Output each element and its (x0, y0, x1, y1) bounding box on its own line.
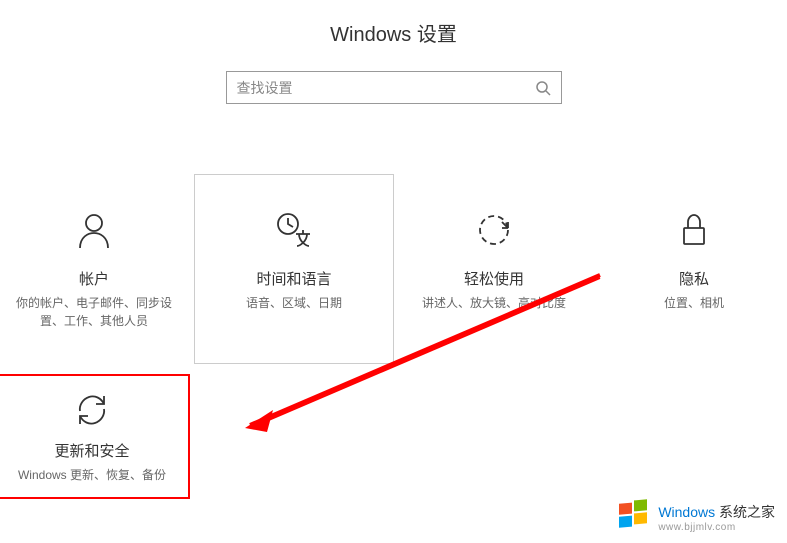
search-input[interactable] (237, 80, 535, 96)
tile-title: 轻松使用 (464, 268, 524, 289)
tile-title: 时间和语言 (256, 268, 331, 289)
tile-desc: Windows 更新、恢复、备份 (18, 466, 166, 484)
tile-desc: 位置、相机 (664, 294, 724, 312)
page-title: Windows 设置 (0, 0, 787, 71)
ease-of-access-icon (474, 210, 514, 250)
watermark-brand: Windows (658, 504, 715, 520)
windows-logo-icon (616, 499, 652, 535)
watermark-suffix: 系统之家 (715, 504, 775, 520)
tile-title: 更新和安全 (54, 440, 129, 461)
tile-update-security[interactable]: 更新和安全 Windows 更新、恢复、备份 (0, 374, 190, 499)
tile-accounts[interactable]: 帐户 你的帐户、电子邮件、同步设置、工作、其他人员 (0, 174, 194, 364)
time-language-icon (274, 210, 314, 250)
watermark-brand-line: Windows 系统之家 (658, 502, 775, 522)
watermark-text: Windows 系统之家 www.bjjmlv.com (658, 502, 775, 533)
person-icon (74, 210, 114, 250)
tile-desc: 语音、区域、日期 (246, 294, 342, 312)
tile-title: 帐户 (79, 268, 109, 289)
tile-desc: 你的帐户、电子邮件、同步设置、工作、其他人员 (10, 294, 178, 330)
search-box[interactable] (226, 71, 562, 104)
tile-desc: 讲述人、放大镜、高对比度 (422, 294, 566, 312)
tile-ease-of-access[interactable]: 轻松使用 讲述人、放大镜、高对比度 (394, 174, 594, 364)
watermark: Windows 系统之家 www.bjjmlv.com (616, 499, 775, 535)
search-container (0, 71, 787, 104)
settings-tiles-row-1: 帐户 你的帐户、电子邮件、同步设置、工作、其他人员 时间和语言 语音、区域、日期… (0, 174, 787, 364)
lock-icon (674, 210, 714, 250)
settings-tiles-row-2: 更新和安全 Windows 更新、恢复、备份 (0, 374, 787, 499)
watermark-url: www.bjjmlv.com (658, 522, 775, 533)
tile-title: 隐私 (679, 268, 709, 289)
tile-privacy[interactable]: 隐私 位置、相机 (594, 174, 787, 364)
sync-icon (72, 390, 112, 430)
search-icon (535, 80, 551, 96)
tile-time-language[interactable]: 时间和语言 语音、区域、日期 (194, 174, 394, 364)
